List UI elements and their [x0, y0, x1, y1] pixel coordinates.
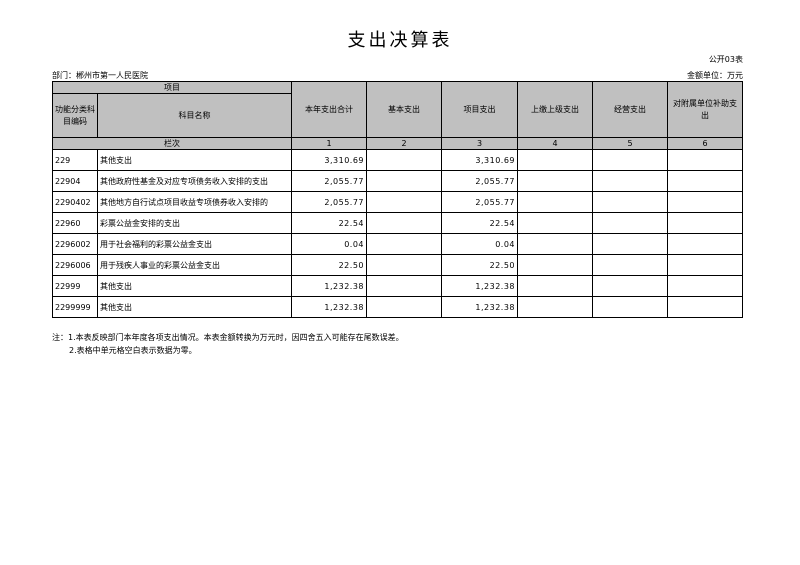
upper-cell: [517, 275, 593, 297]
basic-cell: [366, 149, 442, 171]
upper-cell: [517, 212, 593, 234]
basic-cell: [366, 212, 442, 234]
basic-cell: [366, 275, 442, 297]
code-cell: 22960: [52, 212, 98, 234]
index-cell: 4: [517, 137, 593, 150]
footnotes: 注：1.本表反映部门本年度各项支出情况。本表金额转换为万元时，因四舍五入可能存在…: [52, 331, 404, 357]
subsidy-cell: [667, 212, 743, 234]
total-cell: 3,310.69: [291, 149, 367, 171]
project-cell: 22.50: [441, 254, 518, 276]
subject-name-header: 科目名称: [97, 93, 292, 138]
basic-cell: [366, 191, 442, 213]
total-cell: 1,232.38: [291, 296, 367, 318]
total-cell: 1,232.38: [291, 275, 367, 297]
total-cell: 2,055.77: [291, 170, 367, 192]
upper-cell: [517, 191, 593, 213]
subsidy-cell: [667, 233, 743, 255]
subsidy-cell: [667, 191, 743, 213]
subject-name-cell: 其他政府性基金及对应专项债务收入安排的支出: [97, 170, 292, 192]
expenditure-table: 项目 本年支出合计 基本支出 项目支出 上缴上级支出 经营支出 对附属单位补助支…: [52, 81, 743, 318]
business-cell: [592, 170, 668, 192]
col-total-header: 本年支出合计: [291, 81, 367, 138]
col-upper-header: 上缴上级支出: [517, 81, 593, 138]
subsidy-cell: [667, 254, 743, 276]
table-row: 22999 其他支出 1,232.38 1,232.38: [52, 275, 743, 297]
subsidy-cell: [667, 170, 743, 192]
item-header: 项目: [52, 81, 292, 94]
index-cell: 1: [291, 137, 367, 150]
project-cell: 1,232.38: [441, 275, 518, 297]
index-cell: 5: [592, 137, 668, 150]
subject-name-cell: 用于残疾人事业的彩票公益金支出: [97, 254, 292, 276]
total-cell: 22.50: [291, 254, 367, 276]
subject-name-cell: 用于社会福利的彩票公益金支出: [97, 233, 292, 255]
page-title: 支出决算表: [347, 30, 453, 51]
project-cell: 3,310.69: [441, 149, 518, 171]
business-cell: [592, 275, 668, 297]
index-cell: 2: [366, 137, 442, 150]
business-cell: [592, 212, 668, 234]
col-subsidy-header: 对附属单位补助支出: [667, 81, 743, 138]
subsidy-cell: [667, 149, 743, 171]
code-cell: 2296002: [52, 233, 98, 255]
subject-name-cell: 其他支出: [97, 275, 292, 297]
subsidy-cell: [667, 275, 743, 297]
table-row: 229 其他支出 3,310.69 3,310.69: [52, 149, 743, 171]
code-cell: 22999: [52, 275, 98, 297]
basic-cell: [366, 170, 442, 192]
table-row: 2296002 用于社会福利的彩票公益金支出 0.04 0.04: [52, 233, 743, 255]
header-row-1: 项目 本年支出合计 基本支出 项目支出 上缴上级支出 经营支出 对附属单位补助支…: [52, 81, 743, 138]
basic-cell: [366, 254, 442, 276]
footnote-2: 2.表格中单元格空白表示数据为零。: [69, 346, 197, 355]
project-cell: 2,055.77: [441, 191, 518, 213]
table-row: 22960 彩票公益金安排的支出 22.54 22.54: [52, 212, 743, 234]
index-cell: 3: [441, 137, 518, 150]
business-cell: [592, 296, 668, 318]
index-row: 栏次 1 2 3 4 5 6: [52, 137, 743, 150]
form-number: 公开03表: [708, 55, 743, 64]
subject-name-cell: 其他支出: [97, 149, 292, 171]
total-cell: 2,055.77: [291, 191, 367, 213]
code-cell: 2299999: [52, 296, 98, 318]
total-cell: 0.04: [291, 233, 367, 255]
row-index-label: 栏次: [52, 137, 292, 150]
business-cell: [592, 149, 668, 171]
subject-name-cell: 其他地方自行试点项目收益专项债券收入安排的: [97, 191, 292, 213]
unit-label: 金额单位：万元: [687, 71, 743, 80]
col-business-header: 经营支出: [592, 81, 668, 138]
project-cell: 1,232.38: [441, 296, 518, 318]
code-cell: 22904: [52, 170, 98, 192]
basic-cell: [366, 296, 442, 318]
upper-cell: [517, 233, 593, 255]
code-cell: 229: [52, 149, 98, 171]
col-project-header: 项目支出: [441, 81, 518, 138]
project-cell: 2,055.77: [441, 170, 518, 192]
business-cell: [592, 233, 668, 255]
table-row: 2299999 其他支出 1,232.38 1,232.38: [52, 296, 743, 318]
code-cell: 2290402: [52, 191, 98, 213]
upper-cell: [517, 254, 593, 276]
index-cell: 6: [667, 137, 743, 150]
code-cell: 2296006: [52, 254, 98, 276]
table-row: 2290402 其他地方自行试点项目收益专项债券收入安排的 2,055.77 2,05…: [52, 191, 743, 213]
table-body: 229 其他支出 3,310.69 3,310.69 22904 其他政府性基金及对应专项…: [52, 149, 743, 318]
project-cell: 0.04: [441, 233, 518, 255]
basic-cell: [366, 233, 442, 255]
upper-cell: [517, 170, 593, 192]
footnote-1: 注：1.本表反映部门本年度各项支出情况。本表金额转换为万元时，因四舍五入可能存在…: [52, 333, 404, 342]
subsidy-cell: [667, 296, 743, 318]
business-cell: [592, 254, 668, 276]
upper-cell: [517, 296, 593, 318]
business-cell: [592, 191, 668, 213]
total-cell: 22.54: [291, 212, 367, 234]
table-row: 22904 其他政府性基金及对应专项债务收入安排的支出 2,055.77 2,055.…: [52, 170, 743, 192]
col-basic-header: 基本支出: [366, 81, 442, 138]
subject-name-cell: 其他支出: [97, 296, 292, 318]
func-code-header: 功能分类科目编码: [52, 93, 98, 138]
table-row: 2296006 用于残疾人事业的彩票公益金支出 22.50 22.50: [52, 254, 743, 276]
upper-cell: [517, 149, 593, 171]
project-cell: 22.54: [441, 212, 518, 234]
subject-name-cell: 彩票公益金安排的支出: [97, 212, 292, 234]
department-label: 部门：郴州市第一人民医院: [52, 71, 148, 80]
